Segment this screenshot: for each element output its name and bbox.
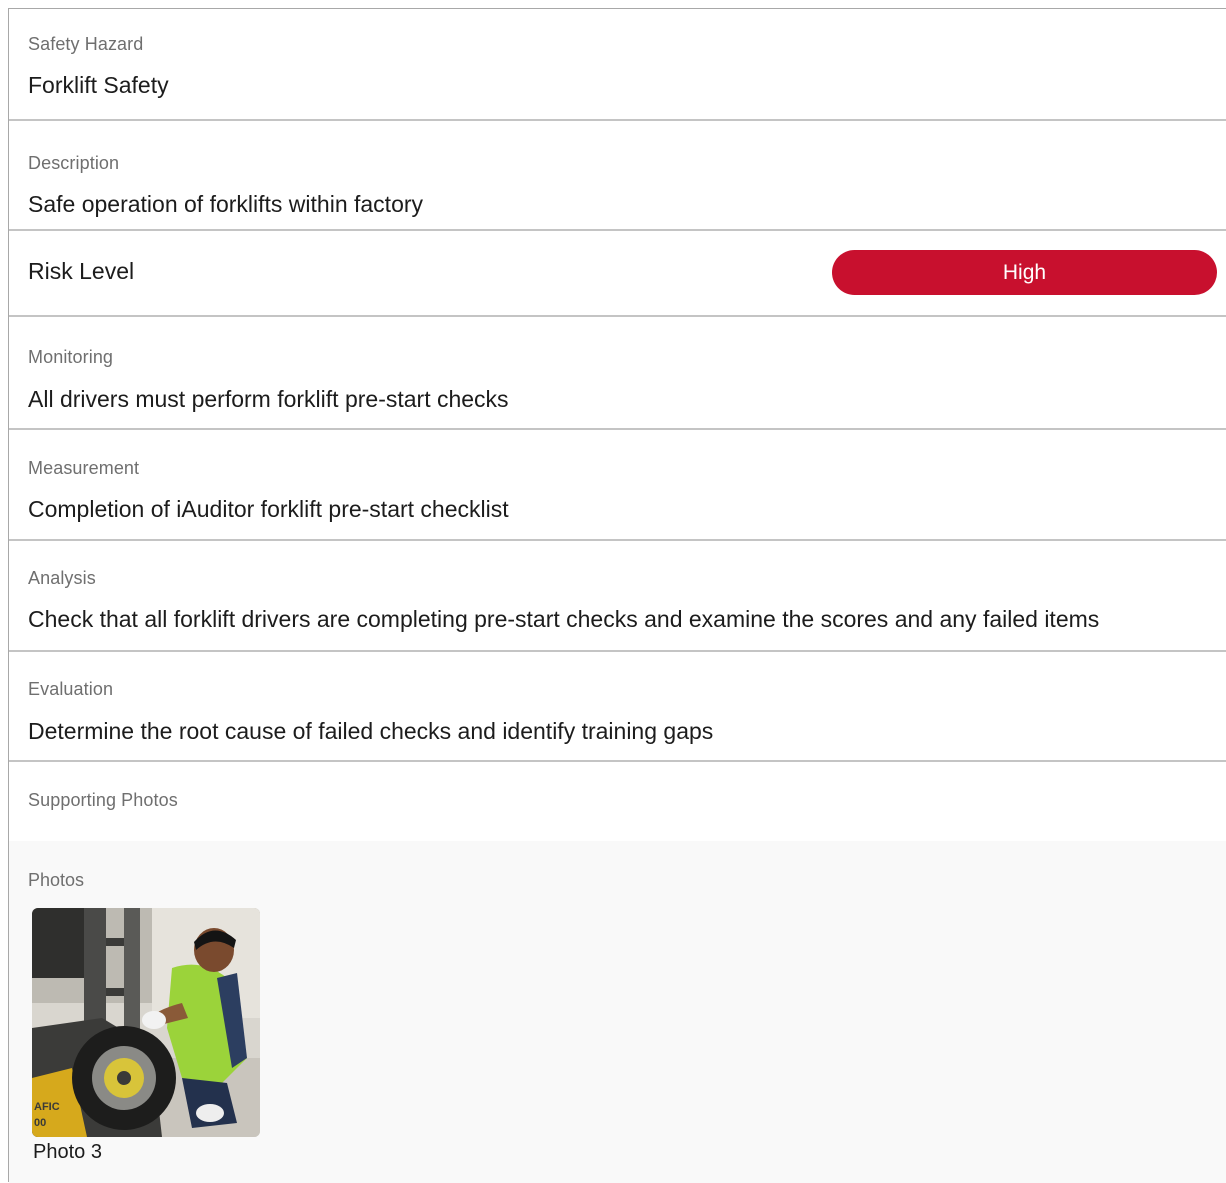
hazard-form: Safety Hazard Forklift Safety Descriptio… [8, 8, 1226, 1183]
field-label: Monitoring [28, 347, 114, 367]
risk-level-badge[interactable]: High [832, 250, 1217, 295]
photos-section: Photos AFIC 00 Photo 3 [9, 841, 1226, 1183]
field-value: Completion of iAuditor forklift pre-star… [28, 496, 509, 522]
field-value: Check that all forklift drivers are comp… [28, 606, 1100, 632]
field-label: Risk Level [28, 258, 135, 284]
field-value: All drivers must perform forklift pre-st… [28, 386, 509, 412]
field-risk-level: Risk Level High [9, 231, 1226, 317]
field-label: Analysis [28, 568, 96, 588]
forklift-decal-line-1: AFIC [34, 1101, 60, 1113]
field-measurement[interactable]: Measurement Completion of iAuditor forkl… [9, 430, 1226, 541]
field-label: Evaluation [28, 679, 114, 699]
field-value: Forklift Safety [28, 72, 169, 98]
field-description[interactable]: Description Safe operation of forklifts … [9, 121, 1226, 231]
field-value: Determine the root cause of failed check… [28, 718, 714, 744]
field-label: Supporting Photos [28, 790, 178, 810]
photo-caption: Photo 3 [33, 1141, 102, 1163]
field-monitoring[interactable]: Monitoring All drivers must perform fork… [9, 317, 1226, 430]
photos-label: Photos [28, 870, 85, 890]
field-safety-hazard[interactable]: Safety Hazard Forklift Safety [9, 9, 1226, 121]
forklift-photo: AFIC 00 [32, 908, 260, 1137]
field-label: Safety Hazard [28, 34, 144, 54]
forklift-decal-line-2: 00 [34, 1117, 46, 1129]
field-label: Description [28, 153, 120, 173]
field-label: Measurement [28, 458, 140, 478]
field-evaluation[interactable]: Evaluation Determine the root cause of f… [9, 652, 1226, 762]
photo-thumbnail[interactable]: AFIC 00 [32, 908, 260, 1137]
field-value: Safe operation of forklifts within facto… [28, 191, 424, 217]
field-analysis[interactable]: Analysis Check that all forklift drivers… [9, 541, 1226, 652]
field-supporting-photos: Supporting Photos [9, 762, 1226, 841]
